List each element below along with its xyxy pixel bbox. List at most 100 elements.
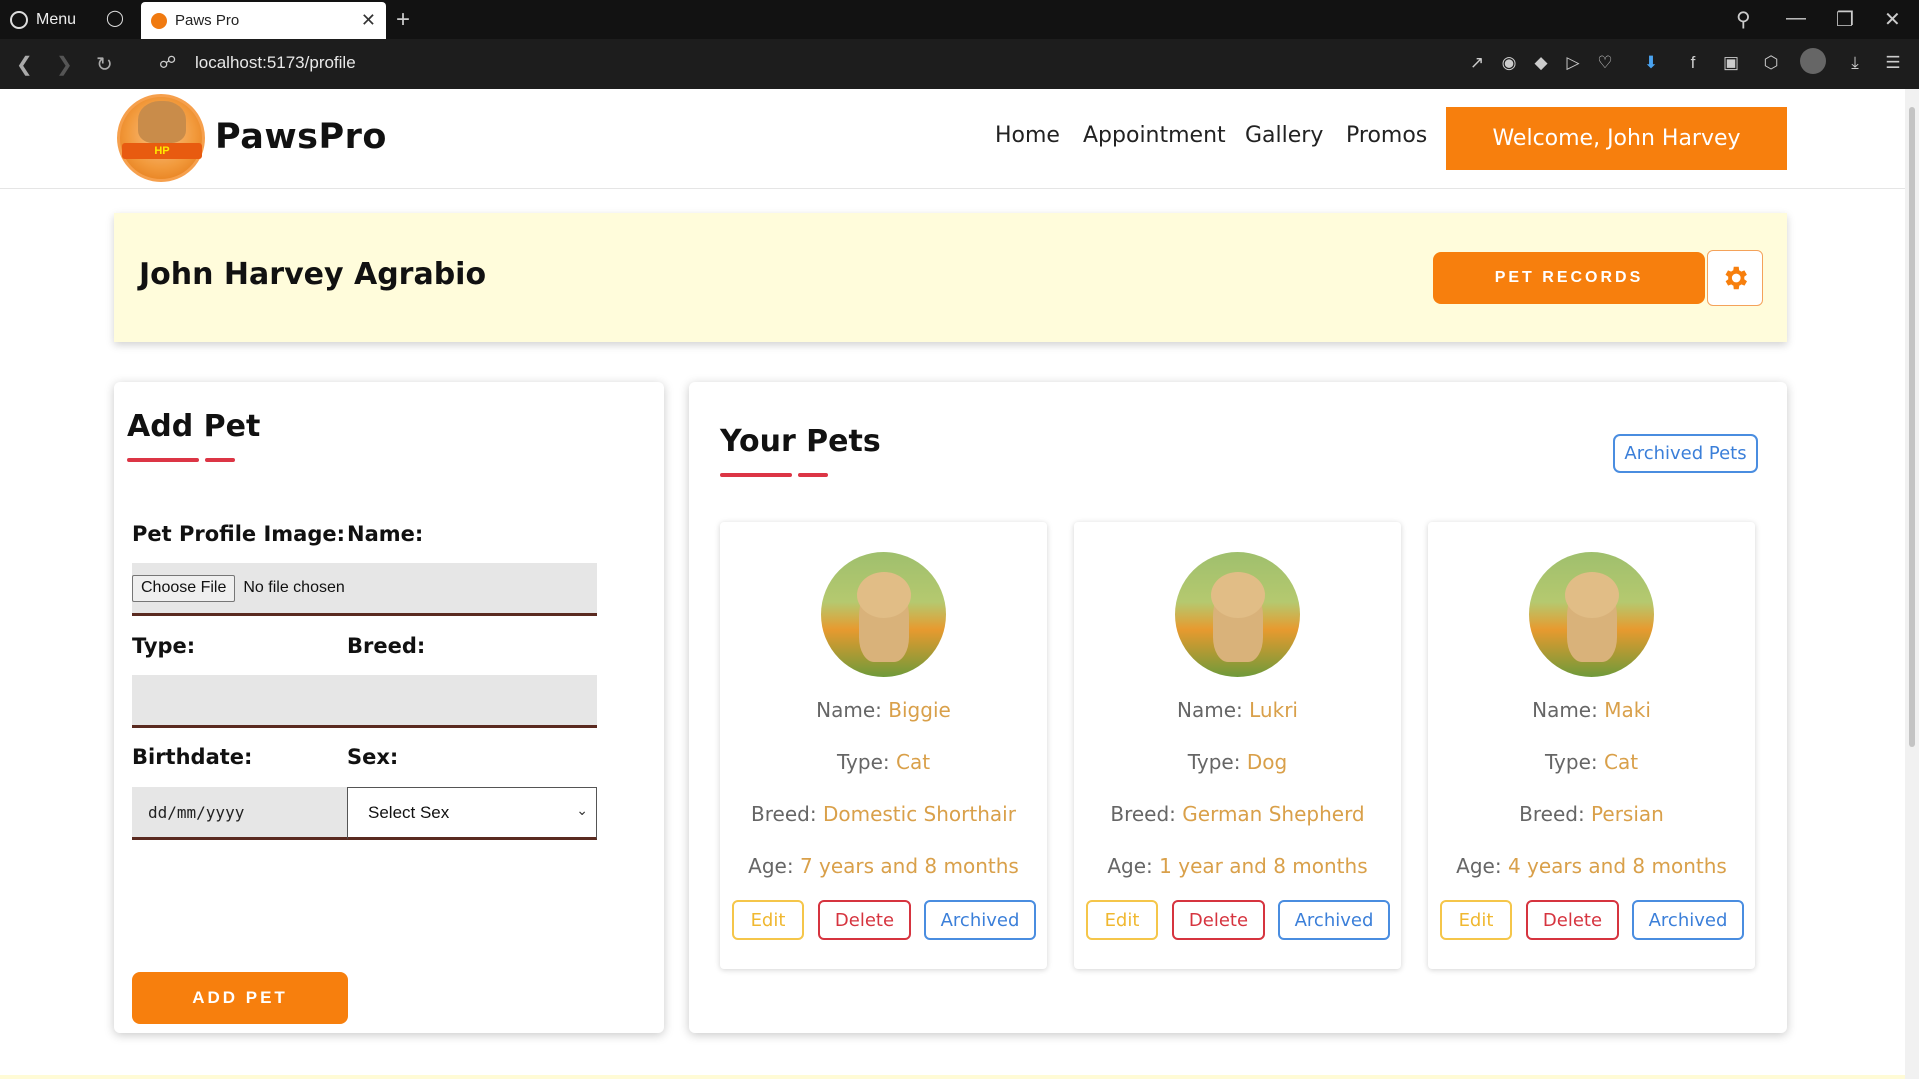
pet-breed: Domestic Shorthair: [822, 802, 1016, 826]
nav-gallery[interactable]: Gallery: [1245, 123, 1323, 148]
archived-pets-button[interactable]: Archived Pets: [1613, 434, 1758, 473]
minimize-icon[interactable]: —: [1786, 7, 1806, 30]
birthdate-input[interactable]: dd/mm/yyyy: [132, 787, 382, 840]
browser-menu-button[interactable]: Menu: [10, 8, 76, 32]
pet-age-line: Age: 7 years and 8 months: [748, 854, 1019, 878]
browser-tab-bar: Menu ◯ Paws Pro ✕ + ⚲ — ❐ ✕: [0, 0, 1919, 39]
url-text: localhost:5173/profile: [195, 53, 356, 72]
browser-tab-active[interactable]: Paws Pro ✕: [141, 2, 386, 39]
nav-appointment[interactable]: Appointment: [1083, 123, 1226, 148]
search-icon[interactable]: ⚲: [1736, 7, 1751, 32]
font-ext-icon[interactable]: f: [1682, 53, 1704, 73]
close-window-icon[interactable]: ✕: [1884, 7, 1901, 32]
brand-name[interactable]: PawsPro: [215, 117, 387, 157]
page-viewport: HP PawsPro Home Appointment Gallery Prom…: [0, 89, 1905, 1079]
pet-age: 7 years and 8 months: [799, 854, 1019, 878]
name-input[interactable]: [347, 563, 597, 616]
date-placeholder: dd/mm/yyyy: [148, 802, 245, 822]
browser-menu-label: Menu: [36, 11, 77, 28]
pet-photo: [821, 552, 946, 677]
scrollbar-thumb[interactable]: [1909, 107, 1915, 747]
breed-input[interactable]: [347, 675, 597, 728]
shield-icon[interactable]: ◆: [1530, 53, 1552, 73]
edit-pet-button[interactable]: Edit: [1086, 900, 1158, 940]
tab-close-icon[interactable]: ✕: [361, 10, 376, 31]
page-scrollbar[interactable]: [1905, 89, 1919, 1079]
edit-pet-button[interactable]: Edit: [732, 900, 804, 940]
restore-icon[interactable]: ❐: [1836, 7, 1854, 32]
your-pets-title: Your Pets: [720, 424, 881, 459]
nav-home[interactable]: Home: [995, 123, 1060, 148]
snapshot-icon[interactable]: ▣: [1720, 53, 1742, 73]
pet-breed-line: Breed: Domestic Shorthair: [751, 802, 1016, 826]
pet-card: Name: Lukri Type: Dog Breed: German Shep…: [1074, 522, 1401, 969]
gamepad-icon[interactable]: ◯: [105, 9, 125, 29]
type-input[interactable]: [132, 675, 382, 728]
pet-breed: Persian: [1591, 802, 1664, 826]
nav-promos[interactable]: Promos: [1346, 123, 1427, 148]
edit-pet-button[interactable]: Edit: [1440, 900, 1512, 940]
profile-banner: John Harvey Agrabio PET RECORDS: [114, 213, 1787, 342]
label-sex: Sex:: [347, 745, 399, 769]
send-icon[interactable]: ▷: [1562, 53, 1584, 73]
browser-address-bar: ❮ ❯ ↻ ☍ localhost:5173/profile ↗ ◉ ◆ ▷ ♡…: [0, 39, 1919, 89]
pet-name-line: Name: Biggie: [816, 698, 951, 722]
pet-name: Biggie: [888, 698, 951, 722]
tab-favicon-icon: [151, 12, 167, 29]
download-ext-icon[interactable]: ⬇: [1640, 53, 1662, 73]
pet-image-file-input[interactable]: Choose File No file chosen: [132, 563, 382, 616]
label-breed: Breed:: [347, 634, 426, 658]
label-name: Name:: [347, 522, 424, 546]
label-birthdate: Birthdate:: [132, 745, 253, 769]
pet-name-line: Name: Lukri: [1177, 698, 1298, 722]
pet-type-line: Type: Cat: [1544, 750, 1639, 774]
reload-icon[interactable]: ↻: [96, 52, 113, 77]
forward-icon[interactable]: ❯: [56, 52, 73, 77]
globe-icon: ☍: [159, 53, 177, 72]
pet-type-line: Type: Cat: [836, 750, 931, 774]
pet-records-button[interactable]: PET RECORDS: [1433, 252, 1705, 304]
pet-name: Maki: [1604, 698, 1651, 722]
easy-setup-icon[interactable]: ☰: [1882, 53, 1904, 73]
pet-age: 1 year and 8 months: [1159, 854, 1368, 878]
downloads-icon[interactable]: ⤓: [1844, 53, 1866, 73]
site-logo[interactable]: HP: [117, 94, 205, 182]
file-status: No file chosen: [243, 579, 345, 596]
pet-type: Cat: [895, 750, 931, 774]
settings-button[interactable]: [1707, 250, 1763, 306]
url-field[interactable]: ☍ localhost:5173/profile: [159, 53, 356, 73]
pet-age: 4 years and 8 months: [1507, 854, 1727, 878]
label-type: Type:: [132, 634, 196, 658]
pet-photo: [1529, 552, 1654, 677]
sex-select[interactable]: Select Sex ⌄: [347, 787, 597, 840]
choose-file-button[interactable]: Choose File: [132, 574, 236, 602]
profile-name: John Harvey Agrabio: [139, 257, 487, 292]
welcome-button[interactable]: Welcome, John Harvey: [1446, 107, 1787, 170]
pet-card: Name: Biggie Type: Cat Breed: Domestic S…: [720, 522, 1047, 969]
label-pet-image: Pet Profile Image:: [132, 522, 346, 546]
back-icon[interactable]: ❮: [16, 52, 33, 77]
pet-breed-line: Breed: Persian: [1519, 802, 1664, 826]
cube-icon[interactable]: ⬡: [1760, 53, 1782, 73]
delete-pet-button[interactable]: Delete: [818, 900, 911, 940]
opera-icon: [10, 11, 28, 29]
logo-ribbon: HP: [122, 143, 202, 159]
archive-pet-button[interactable]: Archived: [1278, 900, 1390, 940]
add-pet-button[interactable]: ADD PET: [132, 972, 348, 1024]
sex-select-value: Select Sex: [368, 802, 450, 822]
new-tab-icon[interactable]: +: [396, 6, 410, 34]
pet-name: Lukri: [1249, 698, 1298, 722]
delete-pet-button[interactable]: Delete: [1526, 900, 1619, 940]
profile-avatar[interactable]: [1800, 48, 1826, 74]
pet-age-line: Age: 4 years and 8 months: [1456, 854, 1727, 878]
delete-pet-button[interactable]: Delete: [1172, 900, 1265, 940]
archive-pet-button[interactable]: Archived: [924, 900, 1036, 940]
heart-icon[interactable]: ♡: [1594, 53, 1616, 73]
pet-photo: [1175, 552, 1300, 677]
chevron-down-icon: ⌄: [576, 802, 588, 818]
share-icon[interactable]: ↗: [1466, 53, 1488, 73]
archive-pet-button[interactable]: Archived: [1632, 900, 1744, 940]
camera-icon[interactable]: ◉: [1498, 53, 1520, 73]
pet-type: Cat: [1603, 750, 1639, 774]
pet-breed: German Shepherd: [1182, 802, 1365, 826]
